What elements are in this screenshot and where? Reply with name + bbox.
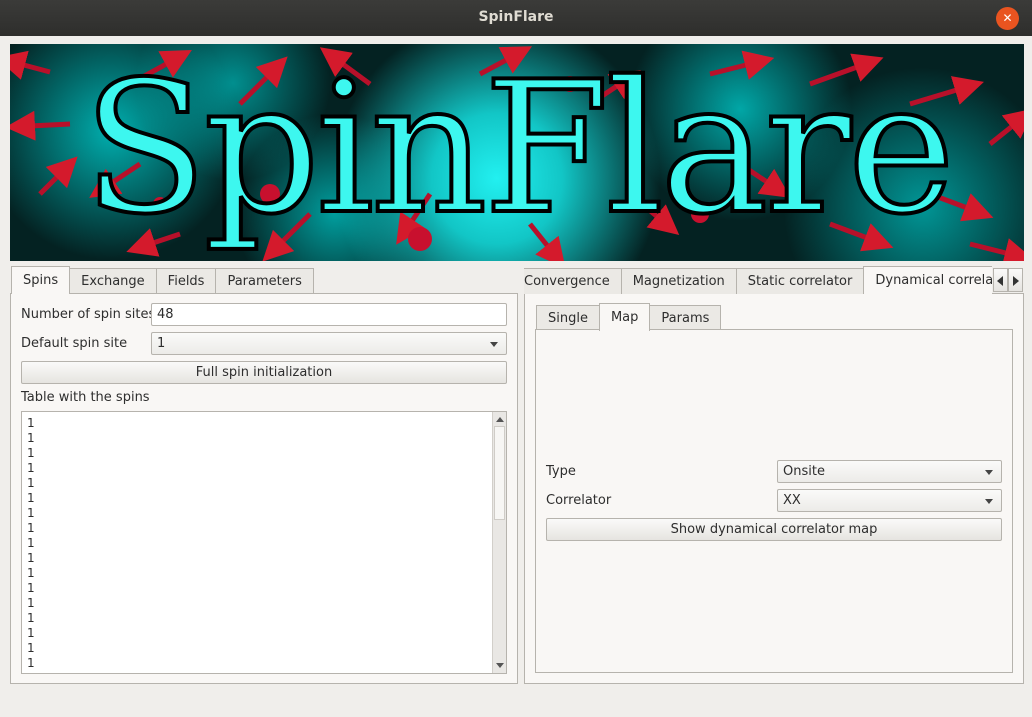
- list-item[interactable]: 1: [27, 596, 35, 611]
- list-item[interactable]: 1: [27, 476, 35, 491]
- title-bar: SpinFlare ✕: [0, 0, 1032, 36]
- list-item[interactable]: 1: [27, 446, 35, 461]
- subtab-params[interactable]: Params: [649, 305, 722, 331]
- correlator-value: XX: [783, 493, 801, 508]
- triangle-right-icon: [1013, 276, 1019, 286]
- default-spin-site-label: Default spin site: [21, 336, 128, 351]
- list-item[interactable]: 1: [27, 611, 35, 626]
- tab-spins[interactable]: Spins: [11, 266, 71, 294]
- list-item[interactable]: 1: [27, 641, 35, 656]
- tab-scroll-right-button[interactable]: [1008, 268, 1023, 292]
- tab-magnetization[interactable]: Magnetization: [620, 268, 737, 294]
- list-item[interactable]: 1: [27, 581, 35, 596]
- correlator-label: Correlator: [546, 493, 612, 508]
- banner-logo-text: SpinFlare: [81, 44, 957, 254]
- spin-table-label: Table with the spins: [21, 390, 150, 405]
- subtab-single[interactable]: Single: [536, 305, 600, 331]
- chevron-down-icon: [985, 470, 993, 475]
- show-dynamical-correlator-map-button[interactable]: Show dynamical correlator map: [546, 518, 1002, 541]
- list-item[interactable]: 1: [27, 431, 35, 446]
- type-select[interactable]: Onsite: [777, 460, 1002, 483]
- tab-parameters[interactable]: Parameters: [215, 268, 314, 294]
- sub-tab-bar: Single Map Params: [536, 303, 722, 331]
- tab-scroll-left-button[interactable]: [993, 268, 1008, 292]
- tab-exchange[interactable]: Exchange: [69, 268, 157, 294]
- type-value: Onsite: [783, 464, 825, 479]
- chevron-down-icon: [490, 342, 498, 347]
- list-item[interactable]: 1: [27, 656, 35, 671]
- default-spin-site-value: 1: [157, 336, 166, 351]
- list-item[interactable]: 1: [27, 551, 35, 566]
- tab-fields[interactable]: Fields: [155, 268, 217, 294]
- spin-table[interactable]: 11111111111111111: [21, 411, 507, 674]
- list-item[interactable]: 1: [27, 491, 35, 506]
- list-item[interactable]: 1: [27, 626, 35, 641]
- tab-dynamical-correlator[interactable]: Dynamical correlator: [863, 266, 992, 294]
- chevron-down-icon: [985, 499, 993, 504]
- type-label: Type: [546, 464, 576, 479]
- list-item[interactable]: 1: [27, 521, 35, 536]
- list-item[interactable]: 1: [27, 416, 35, 431]
- scrollbar-thumb[interactable]: [494, 426, 505, 520]
- scroll-down-icon[interactable]: [496, 663, 504, 668]
- left-tab-bar: Spins Exchange Fields Parameters: [11, 266, 314, 294]
- full-spin-init-button[interactable]: Full spin initialization: [21, 361, 507, 384]
- correlator-select[interactable]: XX: [777, 489, 1002, 512]
- list-item[interactable]: 1: [27, 461, 35, 476]
- scroll-up-icon[interactable]: [496, 417, 504, 422]
- spinflare-banner: SpinFlare: [10, 44, 1024, 261]
- list-item[interactable]: 1: [27, 536, 35, 551]
- tab-static-correlator[interactable]: Static correlator: [735, 268, 865, 294]
- triangle-left-icon: [997, 276, 1003, 286]
- default-spin-site-select[interactable]: 1: [151, 332, 507, 355]
- list-item[interactable]: 1: [27, 566, 35, 581]
- right-tab-bar: Convergence Magnetization Static correla…: [524, 266, 992, 294]
- tab-convergence[interactable]: Convergence: [524, 268, 622, 294]
- spin-table-rows: 11111111111111111: [27, 416, 35, 671]
- window-title: SpinFlare: [478, 9, 554, 25]
- close-icon[interactable]: ✕: [996, 7, 1019, 30]
- num-spin-sites-label: Number of spin sites: [21, 307, 156, 322]
- spin-table-scrollbar[interactable]: [492, 412, 506, 673]
- num-spin-sites-input[interactable]: 48: [151, 303, 507, 326]
- list-item[interactable]: 1: [27, 506, 35, 521]
- subtab-map[interactable]: Map: [598, 303, 651, 331]
